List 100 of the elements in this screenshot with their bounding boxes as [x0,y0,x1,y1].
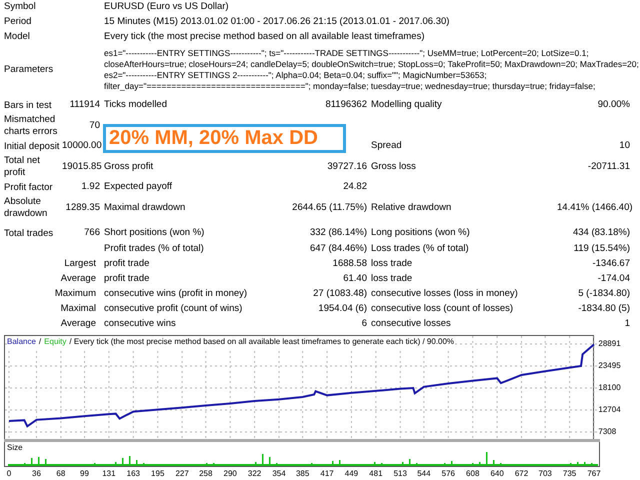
x-tick-label: 576 [442,468,455,480]
stat-value: 27 (1083.48) [312,287,367,302]
field-value: 15 Minutes (M15) 2013.01.02 01:00 - 2017.06.26 21:15 (2013.01.01 - 2017.06.30) [103,15,450,30]
x-tick-label: 767 [587,468,601,480]
stat-value: 1 [624,317,631,332]
stat-value: 1.92 [80,180,100,194]
stat-label: Spread [370,139,403,154]
y-tick-label: 12704 [598,404,621,416]
x-tick-label: 513 [394,468,407,480]
y-tick-label: 28891 [598,338,621,350]
stat-value: 332 (86.14%) [308,226,367,240]
field-label: Parameters [4,62,54,77]
stat-value: -1834.80 (5) [577,302,631,316]
x-tick-label: 322 [248,468,262,480]
x-tick-label: 36 [32,468,41,480]
stat-label: Average [60,317,97,332]
stat-label: Modelling quality [370,98,443,112]
stat-value: -174.04 [596,272,631,286]
x-tick-label: 258 [199,468,212,480]
stat-label: loss trade [370,257,414,272]
parameter-line: es1="-----------ENTRY SETTINGS-----------"; ts="-----------TRADE SETTINGS-----------"; UseMM=true; LotPercent=20; LotSize=0.1; [104,48,590,59]
stat-label: profit trade [103,272,150,286]
x-tick-label: 544 [417,468,431,480]
x-tick-label: 68 [56,468,66,480]
x-tick-label: 195 [151,468,164,480]
stat-label: loss trade [370,272,414,286]
x-tick-label: 481 [369,468,383,480]
stat-value: 61.40 [342,272,367,286]
parameter-line: closeAfterHours=true; closeHours=24; candleDelay=5; doubleOnSwitch=true; StopLoss=0; TakeProfit=50; MaxDrawdown=20; MaxTrades=20; [104,59,639,70]
stat-label: consecutive wins [103,317,177,332]
stat-label: Mismatched charts errors [4,114,58,138]
stat-value: 19015.85 [61,160,100,174]
stat-value: 6 [360,317,367,332]
stat-label: Profit factor [4,182,54,194]
stat-label: Gross profit [103,160,154,174]
stat-label: Short positions (won %) [103,226,206,240]
stat-value: 1289.35 [64,200,100,215]
chart-title: / Every tick (the most precise method based on all available least timeframes to generate each tick) / 90.00% [69,336,454,348]
x-tick-label: 0 [6,468,12,480]
x-tick-label: 163 [126,468,140,480]
parameter-line: es2="-----------ENTRY SETTINGS 2-----------"; Alpha=0.04; Beta=0.04; suffix=""; MagicNumber=53653; [104,70,488,81]
legend-label: Balance [7,336,36,348]
stat-value: 119 (15.54%) [572,242,631,256]
stat-value: 1688.58 [332,257,367,272]
stat-value: 2644.65 (11.75%) [291,200,367,215]
stat-value: 81196362 [324,98,367,112]
stat-value: -20711.31 [586,160,631,174]
stat-label: Gross loss [370,160,417,174]
stat-label: Bars in test [4,100,53,112]
stat-label: Ticks modelled [103,98,168,112]
stat-label: Profit trades (% of total) [103,242,205,256]
stat-value: 5 (-1834.80) [577,287,631,302]
x-tick-label: 608 [466,468,480,480]
stat-value: 10 [618,139,631,154]
x-tick-label: 385 [296,468,310,480]
stat-label: Maximal [60,302,97,316]
stat-label: Relative drawdown [370,200,452,215]
stat-label: Total net profit [4,155,41,179]
stat-label: Largest [63,257,97,272]
field-label: Symbol [4,0,37,14]
stat-label: Initial deposit [4,140,60,152]
field-value: Every tick (the most precise method based on all available least timeframes) [103,30,426,44]
stat-label: consecutive profit (count of wins) [103,302,244,316]
y-tick-label: 23495 [598,360,621,372]
y-tick-label: 7308 [598,426,616,438]
stat-value: 39727.16 [326,160,367,174]
legend-separator: / [38,336,42,348]
stat-label: Maximal drawdown [103,200,186,215]
stat-label: profit trade [103,257,150,272]
stat-label: consecutive loss (count of losses) [370,302,514,316]
x-tick-label: 131 [102,468,116,480]
legend-label: Equity [44,336,66,348]
stat-label: Maximum [54,287,97,302]
stat-label: consecutive losses (loss in money) [370,287,519,302]
stat-label: consecutive wins (profit in money) [103,287,248,302]
x-tick-label: 449 [344,468,358,480]
stat-label: Long positions (won %) [370,226,471,240]
stat-value: 647 (84.46%) [308,242,367,256]
x-tick-label: 354 [272,468,286,480]
banner: 20% MM, 20% Max DD [103,124,346,153]
stat-value: -1346.67 [591,257,631,272]
stat-value: 111914 [68,98,100,112]
stat-value: 1954.04 (6) [317,302,367,316]
stat-label: Average [60,272,97,286]
parameter-line: filter_day="================================"; monday=false; tuesday=true; wednesday=true; thursday=true; friday=false; [104,81,596,92]
stat-label: Expected payoff [103,180,173,194]
field-value: EURUSD (Euro vs US Dollar) [103,0,230,14]
stat-label: Total trades [4,228,54,240]
field-label: Model [4,30,31,44]
field-label: Period [4,15,32,30]
stat-value: 70 [88,118,100,133]
x-tick-label: 99 [80,468,89,480]
y-tick-label: 18100 [598,382,621,394]
stat-value: 766 [83,226,100,240]
x-tick-label: 290 [224,468,237,480]
stat-value: 434 (83.18%) [572,226,631,240]
x-tick-label: 672 [514,468,528,480]
stat-value: 14.41% (1466.40) [557,200,634,215]
x-tick-label: 703 [538,468,552,480]
stat-label: Loss trades (% of total) [370,242,470,256]
